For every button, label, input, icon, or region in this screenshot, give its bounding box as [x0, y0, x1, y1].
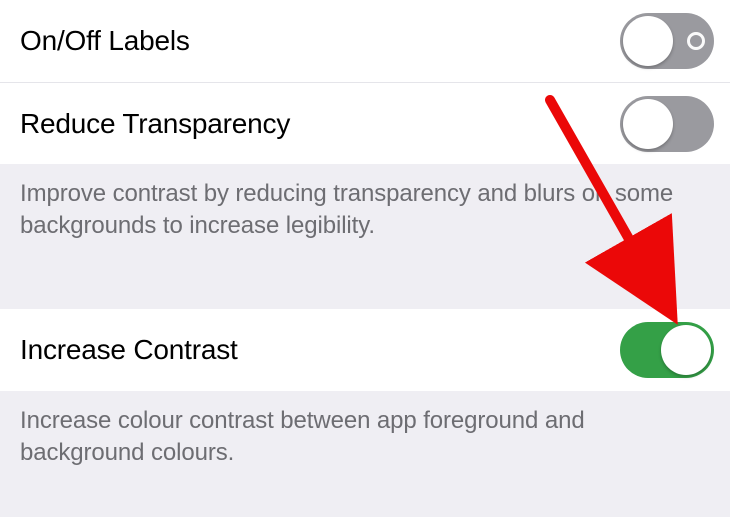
- toggle-reduce-transparency[interactable]: [620, 96, 714, 152]
- setting-label: On/Off Labels: [20, 25, 190, 57]
- toggle-knob: [661, 325, 711, 375]
- section-gap: [0, 259, 730, 309]
- setting-label: Increase Contrast: [20, 334, 238, 366]
- setting-footer-reduce-transparency: Improve contrast by reducing transparenc…: [0, 164, 730, 259]
- toggle-increase-contrast[interactable]: [620, 322, 714, 378]
- toggle-knob: [623, 99, 673, 149]
- toggle-off-ring-icon: [687, 32, 705, 50]
- setting-label: Reduce Transparency: [20, 108, 290, 140]
- toggle-knob: [623, 16, 673, 66]
- setting-row-increase-contrast: Increase Contrast: [0, 309, 730, 391]
- setting-row-onoff-labels: On/Off Labels: [0, 0, 730, 82]
- setting-footer-increase-contrast: Increase colour contrast between app for…: [0, 391, 730, 486]
- toggle-onoff-labels[interactable]: [620, 13, 714, 69]
- setting-row-reduce-transparency: Reduce Transparency: [0, 82, 730, 164]
